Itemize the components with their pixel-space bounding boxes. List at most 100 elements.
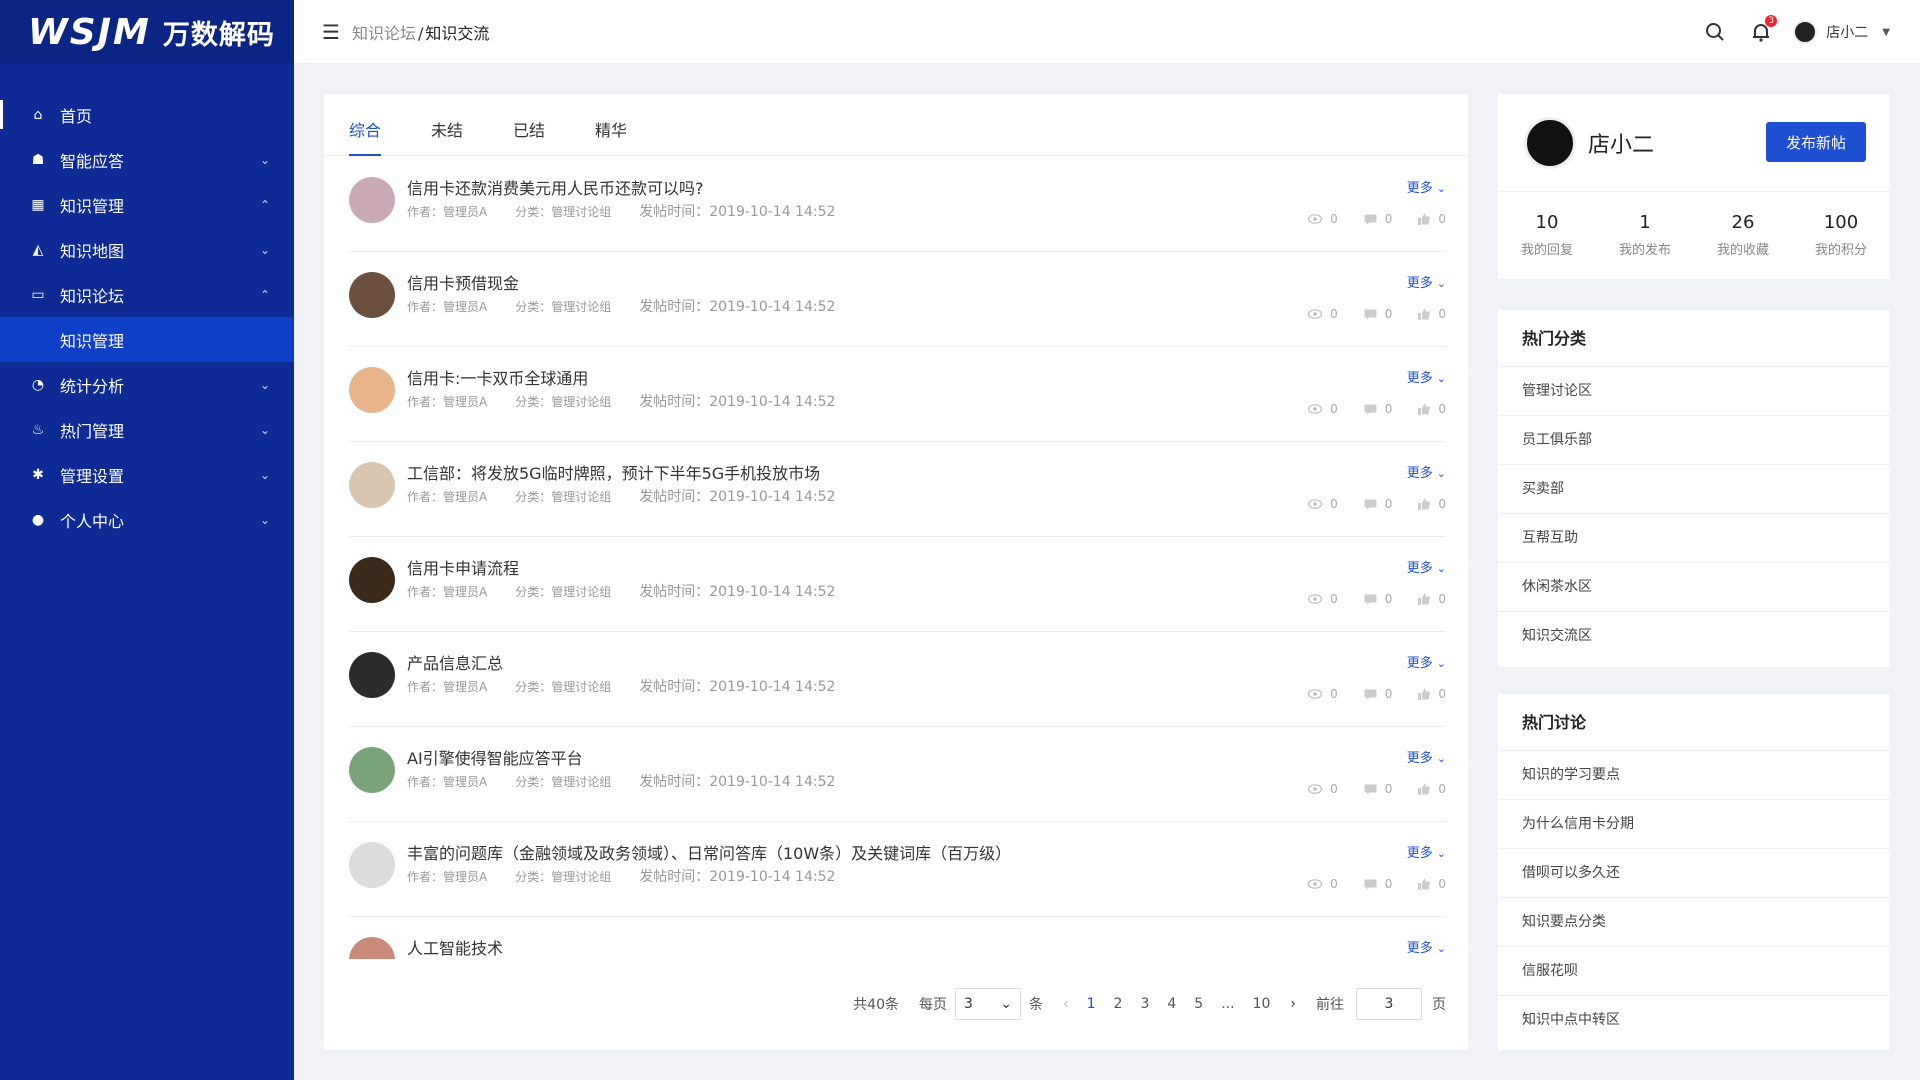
category-item[interactable]: 互帮互助 bbox=[1498, 514, 1890, 563]
sidebar-item[interactable]: ▭ 知识论坛 ⌃ bbox=[0, 272, 294, 317]
page-number[interactable]: 4 bbox=[1167, 996, 1176, 1012]
category-item[interactable]: 休闲茶水区 bbox=[1498, 563, 1890, 612]
list-item[interactable]: 信用卡:一卡双币全球通用 作者：管理员A 分类：管理讨论组 发帖时间：2019-10-… bbox=[349, 347, 1446, 442]
page-number[interactable]: 3 bbox=[1140, 996, 1149, 1012]
more-button[interactable]: 更多 ⌄ bbox=[1407, 272, 1446, 291]
discussion-item[interactable]: 知识要点分类 bbox=[1498, 898, 1890, 947]
sidebar-item-label: 首页 bbox=[60, 106, 93, 126]
sidebar-item[interactable]: ☗ 智能应答 ⌄ bbox=[0, 137, 294, 182]
more-button[interactable]: 更多 ⌄ bbox=[1407, 462, 1446, 481]
post-title[interactable]: 信用卡还款消费美元用人民币还款可以吗? bbox=[407, 175, 704, 199]
thumbs-up-icon bbox=[1418, 593, 1438, 605]
per-page-select[interactable]: 3 ⌄ bbox=[954, 988, 1021, 1020]
profile-stat[interactable]: 10 我的回复 bbox=[1498, 192, 1596, 278]
list-item[interactable]: 信用卡预借现金 作者：管理员A 分类：管理讨论组 发帖时间：2019-10-14 14… bbox=[349, 252, 1446, 347]
comment-icon bbox=[1364, 499, 1385, 510]
list-item[interactable]: 产品信息汇总 作者：管理员A 分类：管理讨论组 发帖时间：2019-10-14 14:… bbox=[349, 632, 1446, 727]
post-title[interactable]: 信用卡预借现金 bbox=[407, 270, 519, 294]
category-item[interactable]: 管理讨论区 bbox=[1498, 367, 1890, 416]
more-button[interactable]: 更多 ⌄ bbox=[1407, 747, 1446, 766]
post-views-count: 0 bbox=[1330, 782, 1338, 796]
more-button[interactable]: 更多 ⌄ bbox=[1407, 937, 1446, 956]
profile-stat[interactable]: 100 我的积分 bbox=[1792, 192, 1890, 278]
sidebar-item[interactable]: ◔ 统计分析 ⌄ bbox=[0, 362, 294, 407]
hot-categories-card: 热门分类 管理讨论区 员工俱乐部 买卖部 互帮互助 休闲茶水区 知识交流区 bbox=[1498, 310, 1890, 667]
new-post-button[interactable]: 发布新帖 bbox=[1766, 122, 1866, 162]
post-comments: 0 bbox=[1364, 497, 1392, 511]
sidebar-item[interactable]: ⌂ 首页 bbox=[0, 92, 294, 137]
tab-bar: 综合 未结 已结 精华 bbox=[324, 94, 1468, 156]
tab[interactable]: 未结 bbox=[431, 117, 463, 155]
tab[interactable]: 已结 bbox=[513, 117, 545, 155]
profile-stat[interactable]: 1 我的发布 bbox=[1596, 192, 1694, 278]
post-title[interactable]: 工信部：将发放5G临时牌照，预计下半年5G手机投放市场 bbox=[407, 460, 820, 484]
more-label: 更多 bbox=[1406, 846, 1433, 861]
grid-icon: ▦ bbox=[31, 196, 45, 213]
eye-icon bbox=[1308, 499, 1330, 509]
menu-toggle-icon[interactable]: ☰ bbox=[322, 20, 340, 44]
chevron-down-icon: ⌄ bbox=[259, 512, 271, 527]
tab[interactable]: 精华 bbox=[595, 117, 627, 155]
discussion-item[interactable]: 为什么信用卡分期 bbox=[1498, 800, 1890, 849]
sidebar-subitem[interactable]: 知识管理 bbox=[0, 317, 294, 362]
post-views-count: 0 bbox=[1330, 307, 1338, 321]
post-title[interactable]: 产品信息汇总 bbox=[407, 650, 503, 674]
category-item[interactable]: 员工俱乐部 bbox=[1498, 416, 1890, 465]
post-title[interactable]: AI引擎使得智能应答平台 bbox=[407, 745, 583, 769]
list-item[interactable]: 信用卡还款消费美元用人民币还款可以吗? 作者：管理员A 分类：管理讨论组 发帖时间：2… bbox=[349, 157, 1446, 252]
post-views: 0 bbox=[1308, 687, 1338, 701]
page-ellipsis: ... bbox=[1221, 996, 1235, 1012]
search-icon[interactable] bbox=[1705, 22, 1725, 42]
profile-stat[interactable]: 26 我的收藏 bbox=[1694, 192, 1792, 278]
tab[interactable]: 综合 bbox=[349, 117, 382, 156]
page-number[interactable]: 1 bbox=[1087, 996, 1096, 1012]
list-item[interactable]: 人工智能技术 更多 ⌄ bbox=[349, 917, 1446, 959]
sidebar-item[interactable]: ✱ 管理设置 ⌄ bbox=[0, 452, 294, 497]
list-item[interactable]: 信用卡申请流程 作者：管理员A 分类：管理讨论组 发帖时间：2019-10-14 14… bbox=[349, 537, 1446, 632]
profile-stat-label: 我的发布 bbox=[1618, 243, 1671, 258]
more-button[interactable]: 更多 ⌄ bbox=[1407, 842, 1446, 861]
post-comments: 0 bbox=[1364, 402, 1392, 416]
more-label: 更多 bbox=[1406, 561, 1433, 576]
post-title[interactable]: 信用卡:一卡双币全球通用 bbox=[407, 365, 588, 389]
sidebar-item[interactable]: ♨ 热门管理 ⌄ bbox=[0, 407, 294, 452]
discussion-item[interactable]: 知识的学习要点 bbox=[1498, 751, 1890, 800]
sidebar-item[interactable]: ● 个人中心 ⌄ bbox=[0, 497, 294, 542]
category-item[interactable]: 买卖部 bbox=[1498, 465, 1890, 514]
post-title[interactable]: 丰富的问题库（金融领域及政务领域）、日常问答库（10W条）及关键词库（百万级） bbox=[407, 840, 1011, 864]
more-button[interactable]: 更多 ⌄ bbox=[1407, 177, 1446, 196]
discussion-item[interactable]: 信服花呗 bbox=[1498, 947, 1890, 996]
chevron-down-icon: ⌄ bbox=[259, 467, 271, 482]
list-item[interactable]: 工信部：将发放5G临时牌照，预计下半年5G手机投放市场 作者：管理员A 分类：管理讨… bbox=[349, 442, 1446, 537]
user-menu[interactable]: 店小二 ▼ bbox=[1793, 20, 1890, 44]
sidebar-item[interactable]: ▦ 知识管理 ⌃ bbox=[0, 182, 294, 227]
list-item[interactable]: 丰富的问题库（金融领域及政务领域）、日常问答库（10W条）及关键词库（百万级）作… bbox=[349, 822, 1446, 917]
more-button[interactable]: 更多 ⌄ bbox=[1407, 652, 1446, 671]
bell-icon[interactable]: 3 bbox=[1751, 15, 1778, 42]
chat-icon: ▭ bbox=[31, 286, 45, 303]
list-item[interactable]: AI引擎使得智能应答平台 作者：管理员A 分类：管理讨论组 发帖时间：2019-10-… bbox=[349, 727, 1446, 822]
breadcrumb-parent[interactable]: 知识论坛 bbox=[352, 24, 416, 43]
breadcrumb-current: 知识交流 bbox=[425, 23, 490, 43]
logo[interactable]: WSJM 万数解码 bbox=[0, 0, 294, 64]
post-title[interactable]: 人工智能技术 bbox=[407, 935, 503, 959]
discussion-item[interactable]: 知识中点中转区 bbox=[1498, 996, 1890, 1045]
next-page-icon[interactable]: › bbox=[1290, 996, 1296, 1012]
post-likes: 0 bbox=[1418, 212, 1446, 226]
more-button[interactable]: 更多 ⌄ bbox=[1407, 557, 1446, 576]
page-number[interactable]: 5 bbox=[1194, 996, 1203, 1012]
post-views-count: 0 bbox=[1330, 497, 1338, 511]
post-comments-count: 0 bbox=[1384, 877, 1393, 891]
post-time: 发帖时间：2019-10-14 14:52 bbox=[639, 299, 836, 315]
more-button[interactable]: 更多 ⌄ bbox=[1407, 367, 1446, 386]
more-label: 更多 bbox=[1406, 371, 1433, 386]
goto-page-input[interactable] bbox=[1356, 988, 1422, 1020]
discussion-item[interactable]: 借呗可以多久还 bbox=[1498, 849, 1890, 898]
page-number[interactable]: 2 bbox=[1114, 996, 1123, 1012]
sidebar-item[interactable]: ◭ 知识地图 ⌄ bbox=[0, 227, 294, 272]
thumbs-up-icon bbox=[1418, 403, 1438, 415]
category-item[interactable]: 知识交流区 bbox=[1498, 612, 1890, 661]
post-likes-count: 0 bbox=[1438, 307, 1446, 321]
page-number[interactable]: 10 bbox=[1253, 996, 1271, 1012]
post-title[interactable]: 信用卡申请流程 bbox=[407, 555, 519, 579]
